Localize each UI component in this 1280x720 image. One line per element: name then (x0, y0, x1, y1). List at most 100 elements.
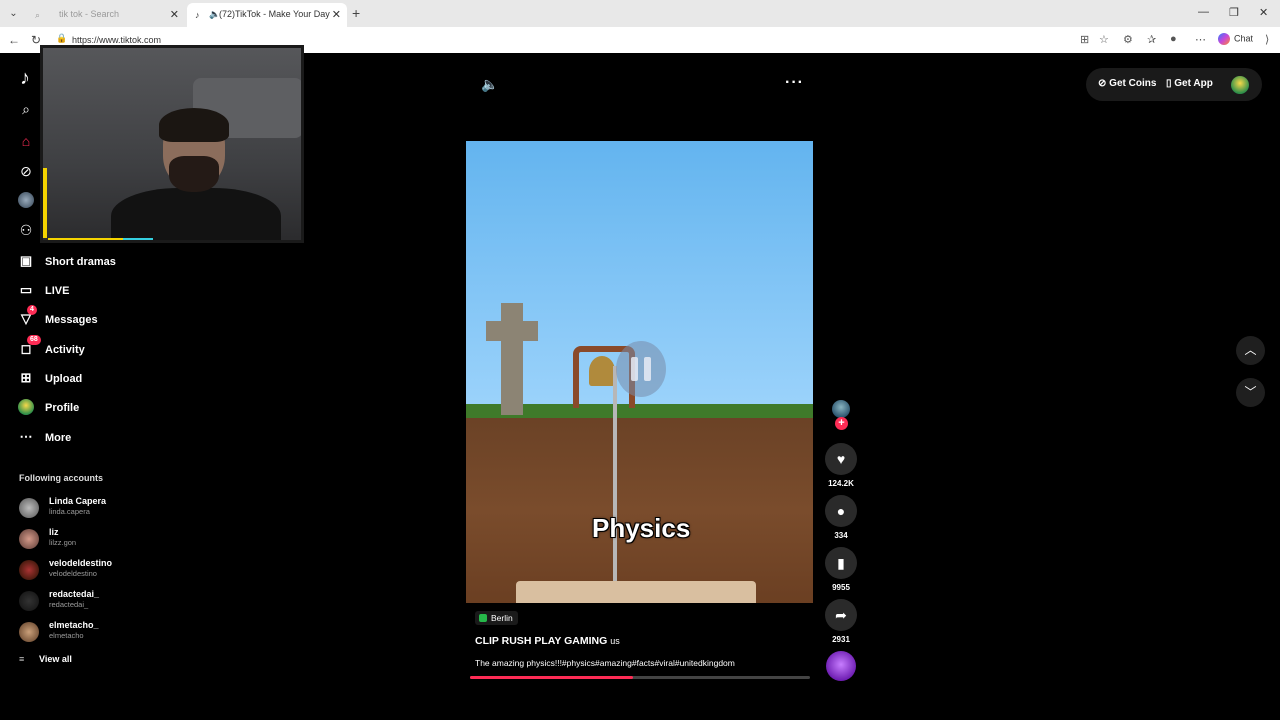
chevron-down-icon[interactable]: ﹀ (1236, 378, 1265, 407)
activity-badge: 68 (27, 335, 41, 345)
avatar (19, 622, 39, 642)
account-name: velodeldestino (49, 558, 113, 568)
friends-icon[interactable]: ⚇ (17, 222, 35, 239)
location-pin-icon (479, 614, 487, 622)
search-icon: ⌕ (35, 10, 41, 20)
video-cross-stone (501, 303, 523, 415)
tab-title: (72)TikTok - Make Your Day (219, 9, 330, 19)
list-icon: ≡ (19, 654, 25, 664)
tab-list-chevron-icon[interactable]: ⌄ (6, 6, 21, 21)
sidebar-item-short-dramas[interactable]: ▣ Short dramas (17, 253, 197, 273)
browser-tab-strip: ⌄ ⌕ tik tok - Search ✕ ♪ 🔈 (72)TikTok - … (0, 0, 1280, 27)
sidebar-item-label: Activity (45, 344, 85, 356)
webcam-person-beard (169, 156, 219, 192)
copilot-icon (1218, 33, 1230, 45)
back-arrow-icon[interactable]: ← (8, 33, 20, 47)
home-icon[interactable]: ⌂ (17, 133, 35, 149)
account-name: redactedai_ (49, 589, 100, 599)
chevron-up-icon[interactable]: ︿ (1236, 336, 1265, 365)
creator-country: us (610, 636, 620, 646)
like-heart-icon[interactable]: ♥ (825, 443, 857, 475)
get-coins-button[interactable]: ⊘ Get Coins (1098, 78, 1156, 89)
sidebar-item-label: Upload (45, 373, 83, 385)
account-handle: redactedai_ (49, 600, 89, 609)
sidebar-item-upload[interactable]: ⊞ Upload (17, 370, 197, 390)
avatar (19, 591, 39, 611)
extensions-icon[interactable]: ⚙ (1123, 33, 1133, 46)
coin-icon: ⊘ (1098, 78, 1110, 89)
close-window-icon[interactable]: ✕ (1259, 6, 1268, 19)
close-tab-icon[interactable]: ✕ (332, 8, 341, 21)
sidebar-item-label: Profile (45, 402, 80, 414)
browser-tab-tiktok[interactable]: ♪ 🔈 (72)TikTok - Make Your Day ✕ (187, 3, 347, 27)
live-icon: ▭ (19, 282, 33, 297)
apps-icon[interactable]: ⊞ (1080, 33, 1089, 46)
copilot-chat-button[interactable]: Chat (1218, 33, 1253, 45)
location-tag[interactable]: Berlin (475, 611, 518, 625)
creator-name[interactable]: CLIP RUSH PLAY GAMING us (475, 635, 620, 647)
following-avatar-icon[interactable] (17, 192, 35, 211)
account-handle: velodeldestino (49, 569, 97, 578)
volume-icon[interactable]: 🔈 (481, 76, 498, 93)
get-app-label: Get App (1174, 78, 1213, 89)
tiktok-logo-icon[interactable]: ♪ (20, 67, 30, 90)
music-disc-icon[interactable] (826, 651, 856, 681)
more-options-icon[interactable]: ··· (785, 74, 804, 92)
video-progress-bar[interactable] (470, 676, 810, 679)
new-tab-icon[interactable]: + (352, 5, 360, 21)
pause-icon[interactable] (616, 341, 666, 401)
video-overlay-text: Physics (592, 513, 691, 543)
video-cross-stone (486, 321, 538, 341)
following-accounts-title: Following accounts (19, 473, 104, 483)
view-all-link[interactable]: ≡ View all (19, 654, 72, 664)
close-tab-icon[interactable]: ✕ (170, 8, 179, 21)
pause-bar (644, 357, 651, 381)
speaker-icon[interactable]: 🔈 (209, 9, 220, 20)
video-progress-fill (470, 676, 634, 679)
following-account-row[interactable]: Linda Capera linda.capera (19, 496, 199, 526)
sidebar-item-messages[interactable]: ▽ 4 Messages (17, 305, 197, 331)
share-arrow-icon[interactable]: ➦ (825, 599, 857, 631)
profile-avatar (17, 399, 35, 418)
follow-plus-icon[interactable]: + (835, 417, 848, 430)
profile-icon[interactable]: ● (1170, 33, 1177, 45)
sidebar-item-profile[interactable]: Profile (17, 399, 197, 419)
settings-more-icon[interactable]: ⋯ (1195, 33, 1206, 46)
like-count: 124.2K (828, 479, 854, 488)
sidebar-toggle-icon[interactable]: ⟩ (1265, 33, 1269, 46)
video-coffin (516, 581, 756, 603)
following-account-row[interactable]: elmetacho_ elmetacho (19, 620, 199, 650)
user-avatar[interactable] (1231, 76, 1249, 94)
bookmark-icon[interactable]: ▮ (825, 547, 857, 579)
save-count: 9955 (832, 583, 850, 592)
sidebar-item-label: LIVE (45, 285, 70, 297)
comment-icon[interactable]: ● (825, 495, 857, 527)
following-account-row[interactable]: velodeldestino velodeldestino (19, 558, 199, 588)
explore-compass-icon[interactable]: ⊘ (17, 163, 35, 180)
video-player[interactable]: Physics (466, 141, 813, 603)
webcam-frame-accent (123, 238, 153, 240)
sidebar-item-more[interactable]: ⋯ More (17, 429, 197, 449)
minimize-icon[interactable]: — (1198, 6, 1209, 18)
upload-plus-icon: ⊞ (20, 370, 32, 385)
view-all-label: View all (39, 654, 72, 664)
webcam-overlay (40, 45, 304, 243)
tiktok-page: ♪ ⌕ ⌂ ⊘ ⚇ ▣ Short dramas ▭ LIVE ▽ 4 Mess… (3, 45, 1278, 691)
favorite-star-icon[interactable]: ☆ (1099, 33, 1109, 46)
video-soil (466, 418, 813, 603)
creator-avatar[interactable] (832, 400, 850, 418)
favorites-icon[interactable]: ✰ (1147, 33, 1156, 46)
webcam-frame-accent (43, 168, 47, 238)
restore-icon[interactable]: ❐ (1229, 6, 1239, 19)
browser-tab-search[interactable]: ⌕ tik tok - Search ✕ (27, 3, 185, 27)
location-label: Berlin (491, 613, 513, 623)
get-app-button[interactable]: ▯ Get App (1166, 78, 1213, 89)
sidebar-item-live[interactable]: ▭ LIVE (17, 282, 197, 302)
following-account-row[interactable]: liz lilzz.gon (19, 527, 199, 557)
tiktok-favicon-icon: ♪ (195, 10, 200, 20)
search-icon[interactable]: ⌕ (17, 101, 35, 118)
account-name: elmetacho_ (49, 620, 99, 630)
sidebar-item-activity[interactable]: ◻ 68 Activity (17, 335, 197, 361)
video-caption: The amazing physics!!!#physics#amazing#f… (475, 658, 735, 668)
following-account-row[interactable]: redactedai_ redactedai_ (19, 589, 199, 619)
